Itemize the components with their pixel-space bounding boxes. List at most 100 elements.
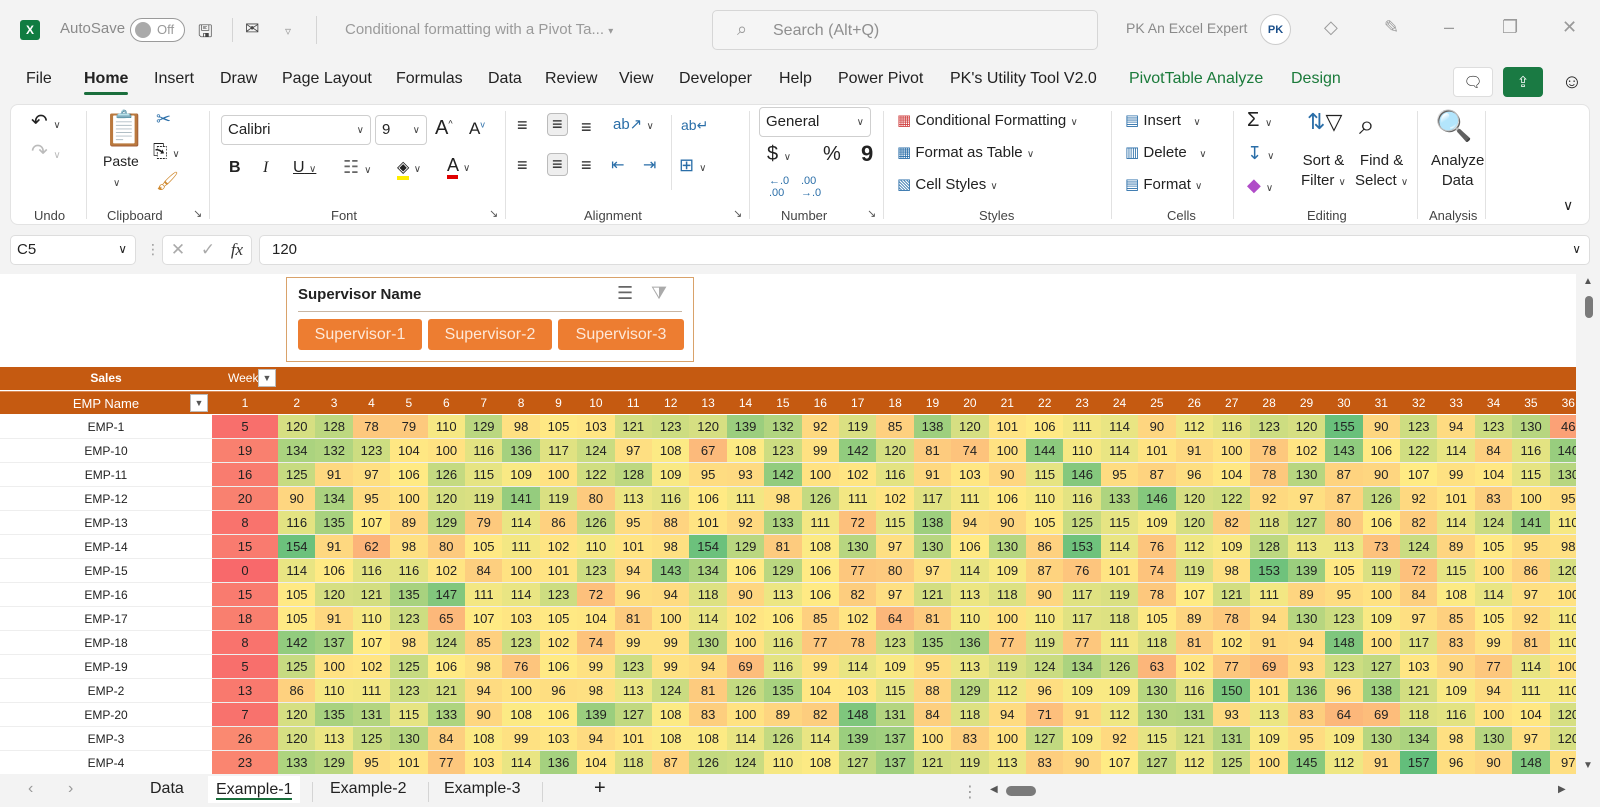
- sales-cell[interactable]: 130: [1287, 463, 1326, 486]
- sales-cell[interactable]: 107: [1175, 583, 1213, 606]
- formula-input[interactable]: 120 ∨: [259, 235, 1590, 265]
- sales-cell[interactable]: 94: [614, 559, 652, 582]
- sales-cell[interactable]: 125: [278, 655, 316, 678]
- sales-cell[interactable]: 114: [502, 583, 540, 606]
- sales-cell[interactable]: 88: [913, 679, 952, 702]
- sales-cell[interactable]: 113: [1325, 535, 1363, 558]
- sales-cell[interactable]: 94: [689, 655, 727, 678]
- sales-cell[interactable]: 107: [352, 511, 391, 534]
- sales-cell[interactable]: 76: [1063, 559, 1101, 582]
- sales-cell[interactable]: 127: [839, 751, 877, 774]
- sales-cell[interactable]: 106: [988, 487, 1026, 510]
- sales-cell[interactable]: 116: [390, 559, 428, 582]
- sales-cell[interactable]: 115: [1437, 559, 1475, 582]
- sales-cell[interactable]: 121: [1400, 679, 1438, 702]
- sales-cell[interactable]: 101: [988, 415, 1026, 438]
- dialog-launcher-icon[interactable]: ↘: [193, 207, 202, 220]
- emp-name-cell[interactable]: EMP-19: [0, 655, 212, 679]
- sales-cell[interactable]: 121: [1213, 583, 1251, 606]
- sales-cell[interactable]: 128: [1250, 535, 1288, 558]
- sales-cell[interactable]: 112: [988, 679, 1026, 702]
- sales-cell[interactable]: 83: [689, 703, 727, 726]
- sales-cell[interactable]: 139: [726, 415, 765, 438]
- sales-cell[interactable]: 85: [801, 607, 839, 630]
- dialog-launcher-icon[interactable]: ↘: [867, 207, 876, 220]
- sales-cell[interactable]: 77: [801, 631, 839, 654]
- sales-cell[interactable]: 114: [951, 559, 989, 582]
- sales-cell[interactable]: 125: [390, 655, 428, 678]
- sales-cell[interactable]: 141: [1512, 511, 1550, 534]
- sales-cell[interactable]: 155: [1325, 415, 1363, 438]
- sales-cell[interactable]: 113: [951, 583, 989, 606]
- sales-cell[interactable]: 124: [1026, 655, 1064, 678]
- sales-cell[interactable]: 120: [1175, 511, 1213, 534]
- sales-cell[interactable]: 99: [577, 655, 615, 678]
- sales-cell[interactable]: 100: [988, 439, 1026, 462]
- paste-icon[interactable]: 📋: [103, 109, 145, 149]
- sales-cell[interactable]: 109: [1362, 607, 1400, 630]
- sales-cell[interactable]: 90: [278, 487, 316, 510]
- sales-cell[interactable]: 77: [988, 631, 1026, 654]
- sales-cell[interactable]: 78: [352, 415, 391, 438]
- sales-cell[interactable]: 91: [315, 535, 353, 558]
- sales-cell[interactable]: 114: [689, 607, 727, 630]
- sales-cell[interactable]: 121: [913, 751, 952, 774]
- sales-cell[interactable]: 130: [689, 631, 727, 654]
- enter-icon[interactable]: ✓: [201, 240, 215, 260]
- decrease-indent-icon[interactable]: ⇤: [611, 155, 624, 175]
- sales-cell[interactable]: 134: [689, 559, 727, 582]
- sales-cell[interactable]: 90: [1362, 415, 1400, 438]
- sales-cell[interactable]: 106: [1026, 415, 1064, 438]
- sales-cell[interactable]: 124: [427, 631, 465, 654]
- sales-cell[interactable]: 114: [726, 727, 765, 750]
- sales-cell[interactable]: 116: [876, 463, 914, 486]
- sales-cell[interactable]: 100: [315, 655, 353, 678]
- sales-cell[interactable]: 98: [764, 487, 802, 510]
- scroll-right-icon[interactable]: ▶: [1558, 784, 1566, 795]
- currency-button[interactable]: $ ∨: [767, 143, 791, 166]
- sales-cell[interactable]: 78: [1250, 439, 1288, 462]
- sales-cell[interactable]: 97: [614, 439, 652, 462]
- find-icon[interactable]: ⌕: [1359, 109, 1375, 142]
- sales-cell[interactable]: 26: [212, 727, 278, 750]
- sales-cell[interactable]: 95: [614, 511, 652, 534]
- sales-cell[interactable]: 130: [1287, 607, 1326, 630]
- sales-cell[interactable]: 80: [876, 559, 914, 582]
- sales-cell[interactable]: 119: [1100, 583, 1139, 606]
- sales-cell[interactable]: 8: [212, 631, 278, 654]
- sales-cell[interactable]: 100: [988, 607, 1026, 630]
- sales-cell[interactable]: 87: [652, 751, 690, 774]
- sales-cell[interactable]: 83: [1287, 703, 1326, 726]
- sales-cell[interactable]: 15: [212, 583, 278, 606]
- sales-cell[interactable]: 79: [390, 415, 428, 438]
- sales-cell[interactable]: 91: [315, 463, 353, 486]
- sales-cell[interactable]: 102: [1213, 631, 1251, 654]
- sales-cell[interactable]: 111: [502, 535, 540, 558]
- sales-cell[interactable]: 104: [577, 607, 615, 630]
- copy-button[interactable]: ⎘ ∨: [153, 141, 180, 162]
- horizontal-scroll-thumb[interactable]: [1006, 786, 1036, 796]
- sales-cell[interactable]: 8: [212, 511, 278, 534]
- sales-cell[interactable]: 121: [352, 583, 391, 606]
- emp-name-cell[interactable]: EMP-1: [0, 415, 212, 439]
- wrap-text-icon[interactable]: ab↵: [681, 117, 708, 134]
- sales-cell[interactable]: 131: [876, 703, 914, 726]
- sales-cell[interactable]: 143: [1325, 439, 1363, 462]
- sales-cell[interactable]: 125: [1063, 511, 1101, 534]
- grip-icon[interactable]: ⋮: [146, 241, 160, 258]
- sales-cell[interactable]: 93: [726, 463, 765, 486]
- sales-cell[interactable]: 146: [1063, 463, 1101, 486]
- vertical-scrollbar[interactable]: ▲ ▼: [1578, 274, 1600, 774]
- cell-styles-button[interactable]: ▧ Cell Styles ∨: [897, 175, 998, 193]
- sales-cell[interactable]: 120: [278, 415, 316, 438]
- sales-cell[interactable]: 113: [614, 679, 652, 702]
- sales-cell[interactable]: 116: [1512, 439, 1550, 462]
- sales-cell[interactable]: 103: [951, 463, 989, 486]
- sales-cell[interactable]: 96: [614, 583, 652, 606]
- sales-cell[interactable]: 142: [839, 439, 877, 462]
- sales-cell[interactable]: 153: [1063, 535, 1101, 558]
- tab-developer[interactable]: Developer: [679, 70, 752, 88]
- sales-cell[interactable]: 106: [390, 463, 428, 486]
- sales-cell[interactable]: 114: [278, 559, 316, 582]
- sales-cell[interactable]: 111: [726, 487, 765, 510]
